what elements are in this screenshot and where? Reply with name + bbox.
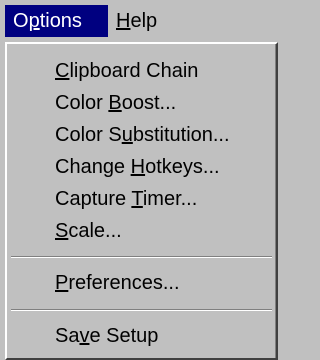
menu-item-color-substitution[interactable]: Color Substitution... — [55, 119, 230, 151]
menu-item-label-post: references... — [68, 272, 180, 294]
menu-help[interactable]: Help — [108, 5, 170, 37]
menu-item-mnemonic: P — [55, 272, 69, 294]
options-dropdown-menu: Clipboard Chain Color Boost... Color Sub… — [5, 42, 278, 360]
menu-item-capture-timer[interactable]: Capture Timer... — [55, 183, 197, 215]
menu-item-scale[interactable]: Scale... — [55, 215, 122, 247]
menu-item-color-boost[interactable]: Color Boost... — [55, 87, 176, 119]
menu-item-preferences[interactable]: Preferences... — [55, 267, 180, 299]
menu-item-label-pre: Capture — [55, 188, 132, 210]
menu-item-label-post: otkeys... — [145, 156, 220, 178]
menu-item-label-post: e Setup — [89, 325, 159, 347]
menu-bar: Options Help — [0, 0, 279, 42]
menu-item-label-pre: Sa — [55, 325, 80, 347]
menu-item-mnemonic: B — [108, 92, 122, 114]
menu-item-label-post: lipboard Chain — [69, 60, 199, 82]
menu-item-label-post: cale... — [68, 220, 122, 242]
menu-item-mnemonic: H — [130, 156, 146, 178]
menu-item-label-pre: Change — [55, 156, 131, 178]
menu-options-label-pre: O — [13, 10, 29, 32]
menu-item-mnemonic: u — [121, 124, 133, 146]
menu-item-label-post: oost... — [121, 92, 177, 114]
menu-item-label-pre: Color — [55, 92, 109, 114]
menu-item-label-pre: Color S — [55, 124, 122, 146]
menu-item-label-post: bstitution... — [132, 124, 230, 146]
menu-separator — [11, 309, 272, 311]
menu-help-mnemonic: H — [116, 10, 131, 32]
menu-help-label-post: elp — [130, 10, 158, 32]
menu-options-mnemonic: p — [28, 10, 40, 32]
menu-item-clipboard-chain[interactable]: Clipboard Chain — [55, 55, 198, 87]
menu-options-label-post: tions — [39, 10, 82, 32]
menu-item-mnemonic: S — [55, 220, 69, 242]
menu-options[interactable]: Options — [5, 5, 108, 37]
menu-item-mnemonic: T — [131, 188, 143, 210]
menu-separator — [11, 256, 272, 258]
menu-item-mnemonic: C — [55, 60, 70, 82]
menu-item-change-hotkeys[interactable]: Change Hotkeys... — [55, 151, 220, 183]
menu-item-label-post: imer... — [142, 188, 198, 210]
menu-item-mnemonic: v — [79, 325, 90, 347]
menu-item-save-setup[interactable]: Save Setup — [55, 320, 158, 352]
